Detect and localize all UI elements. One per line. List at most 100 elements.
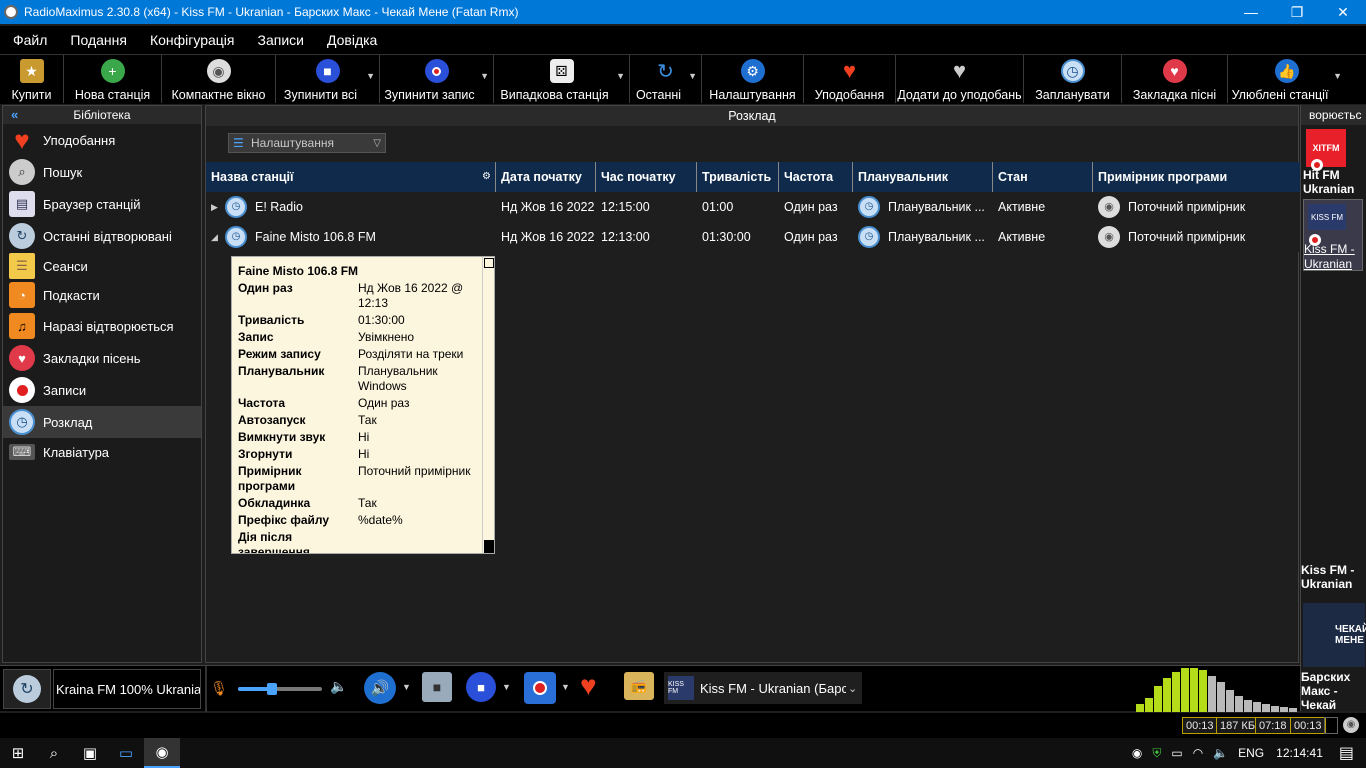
radio-icon[interactable]: 📻 bbox=[624, 672, 654, 700]
volume-thumb[interactable] bbox=[266, 683, 277, 695]
stop-record-button[interactable]: Зупинити запис ▼ bbox=[380, 55, 494, 103]
kiss-fm-logo: KISS FM bbox=[1308, 204, 1346, 230]
library-item-browser[interactable]: ▤ Браузер станцій bbox=[3, 188, 201, 220]
library-item-bookmarks[interactable]: ♥ Закладки пісень bbox=[3, 342, 201, 374]
library-item-schedule[interactable]: ◷ Розклад bbox=[3, 406, 201, 438]
close-button[interactable]: ✕ bbox=[1320, 0, 1366, 24]
compact-window-button[interactable]: ◉ Компактне вікно bbox=[162, 55, 276, 103]
chevron-down-icon[interactable]: ⌄ bbox=[848, 682, 857, 695]
chevron-down-icon[interactable]: ▼ bbox=[616, 71, 625, 81]
library-item-search[interactable]: ⌕ Пошук bbox=[3, 156, 201, 188]
recent-button[interactable]: ↻ Останні ▼ bbox=[630, 55, 702, 103]
tooltip-scrollbar[interactable] bbox=[482, 257, 494, 553]
chevron-down-icon[interactable]: ▼ bbox=[366, 71, 375, 81]
wifi-icon[interactable]: ◠ bbox=[1193, 746, 1203, 760]
shield-icon[interactable]: ⛨ bbox=[1152, 746, 1161, 761]
buy-button[interactable]: ★ Купити bbox=[0, 55, 64, 103]
player-station-icon[interactable]: ↻ bbox=[3, 669, 51, 709]
library-item-sessions[interactable]: ☰ Сеанси bbox=[3, 252, 201, 280]
station-hit-fm[interactable]: Hit FM Ukranian bbox=[1303, 168, 1363, 196]
collapse-icon[interactable]: « bbox=[11, 106, 18, 124]
radio-tray-icon[interactable]: ◉ bbox=[1132, 746, 1142, 760]
station-kiss-fm-tile[interactable]: KISS FM Kiss FM - Ukranian bbox=[1303, 199, 1363, 271]
col-station[interactable]: Назва станції ⚙ bbox=[206, 162, 496, 192]
language-indicator[interactable]: ENG bbox=[1238, 746, 1264, 760]
task-view-icon[interactable]: ▣ bbox=[72, 738, 108, 768]
expand-icon[interactable]: ▶ bbox=[211, 192, 225, 222]
collapse-row-icon[interactable]: ◢ bbox=[211, 222, 225, 252]
table-row[interactable]: ◢ ◷ Faine Misto 106.8 FM Нд Жов 16 2022 … bbox=[206, 222, 1300, 252]
menu-config[interactable]: Конфігурація bbox=[137, 32, 245, 48]
start-icon[interactable]: ⊞ bbox=[0, 738, 36, 768]
volume-tray-icon[interactable]: 🔈 bbox=[1213, 746, 1228, 760]
scroll-thumb[interactable] bbox=[485, 271, 493, 533]
clock-icon: ◷ bbox=[858, 196, 880, 218]
library-item-records[interactable]: Записи bbox=[3, 374, 201, 406]
scroll-up-button[interactable] bbox=[484, 258, 494, 268]
random-station-button[interactable]: ⚄ Випадкова станція ▼ bbox=[494, 55, 630, 103]
add-favorites-button[interactable]: ♥ Додати до уподобань bbox=[896, 55, 1024, 103]
search-icon[interactable]: ⌕ bbox=[36, 738, 72, 768]
chevron-down-icon[interactable]: ▼ bbox=[688, 71, 697, 81]
library-panel: « Бібліотека ♥ Уподобання ⌕ Пошук ▤ Браузер… bbox=[2, 105, 202, 663]
menu-records[interactable]: Записи bbox=[245, 32, 314, 48]
equalizer-bar bbox=[1226, 690, 1234, 712]
col-duration[interactable]: Тривалість bbox=[697, 162, 779, 192]
chevron-down-icon[interactable]: ▼ bbox=[561, 682, 570, 692]
notifications-icon[interactable]: ▤ bbox=[1339, 743, 1354, 763]
desktop-app-icon[interactable]: ▭ bbox=[108, 738, 144, 768]
taskbar-clock[interactable]: 12:14:41 bbox=[1276, 746, 1323, 760]
bookmark-heart-icon: ♥ bbox=[1162, 59, 1187, 83]
stop-all-button[interactable]: ■ Зупинити всі ▼ bbox=[276, 55, 380, 103]
col-date[interactable]: Дата початку bbox=[496, 162, 596, 192]
chevron-down-icon[interactable]: ▼ bbox=[502, 682, 511, 692]
menu-help[interactable]: Довідка bbox=[314, 32, 387, 48]
chevron-down-icon[interactable]: ▼ bbox=[480, 71, 489, 81]
scroll-down-button[interactable] bbox=[484, 540, 494, 553]
tooltip-key: Режим запису bbox=[238, 347, 321, 361]
library-item-recent[interactable]: ↻ Останні відтворювані bbox=[3, 220, 201, 252]
now-playing-box[interactable]: KISS FM Kiss FM - Ukranian (Барск ⌄ bbox=[664, 672, 862, 704]
mute-icon[interactable]: 🔈 bbox=[330, 678, 347, 695]
settings-dropdown[interactable]: ☰ Налаштування ▽ bbox=[228, 133, 386, 153]
equalizer-bar bbox=[1289, 708, 1297, 712]
tooltip-key: Примірник програми bbox=[238, 464, 302, 493]
settings-button[interactable]: ⚙ Налаштування bbox=[702, 55, 804, 103]
minimize-button[interactable]: — bbox=[1228, 0, 1274, 24]
schedule-button[interactable]: ◷ Запланувати bbox=[1024, 55, 1122, 103]
col-instance[interactable]: Примірник програми bbox=[1093, 162, 1300, 192]
tooltip-key: Дія після завершення bbox=[238, 530, 310, 554]
record-button[interactable] bbox=[524, 672, 556, 704]
col-scheduler[interactable]: Планувальник bbox=[853, 162, 993, 192]
battery-icon[interactable]: ▭ bbox=[1171, 746, 1182, 760]
heart-icon[interactable]: ♥ bbox=[580, 670, 597, 702]
stop-all-icon[interactable]: ■ bbox=[466, 672, 496, 702]
speaker-button[interactable]: 🔊 bbox=[364, 672, 396, 704]
radio-waves-icon[interactable]: ◉ bbox=[1343, 717, 1359, 733]
table-row[interactable]: ▶ ◷ E! Radio Нд Жов 16 2022 12:15:00 01:… bbox=[206, 192, 1300, 222]
chevron-down-icon[interactable]: ▼ bbox=[1333, 71, 1342, 81]
library-item-keyboard[interactable]: ⌨ Клавіатура bbox=[3, 438, 201, 466]
favorites-button[interactable]: ♥ Уподобання bbox=[804, 55, 896, 103]
col-time[interactable]: Час початку bbox=[596, 162, 697, 192]
radiomaximus-taskbar-icon[interactable]: ◉ bbox=[144, 738, 180, 768]
stop-button[interactable]: ■ bbox=[422, 672, 452, 702]
volume-slider[interactable] bbox=[238, 683, 322, 695]
chevron-down-icon[interactable]: ▼ bbox=[402, 682, 411, 692]
mic-icon[interactable]: 🎙 bbox=[210, 678, 228, 698]
restore-button[interactable]: ❐ bbox=[1274, 0, 1320, 24]
col-frequency[interactable]: Частота bbox=[779, 162, 853, 192]
library-item-now-playing[interactable]: ♫ Наразі відтворюється bbox=[3, 310, 201, 342]
new-station-button[interactable]: + Нова станція bbox=[64, 55, 162, 103]
menu-file[interactable]: Файл bbox=[0, 32, 57, 48]
column-options-icon[interactable]: ⚙ bbox=[482, 162, 491, 192]
library-item-podcasts[interactable]: ◔ Подкасти bbox=[3, 280, 201, 310]
fav-stations-button[interactable]: 👍 Улюблені станції ▼ bbox=[1228, 55, 1346, 103]
now-artist-label: Барских Макс - Чекай bbox=[1301, 670, 1351, 712]
menu-view[interactable]: Подання bbox=[57, 32, 137, 48]
library-item-favorites[interactable]: ♥ Уподобання bbox=[3, 124, 201, 156]
col-state[interactable]: Стан bbox=[993, 162, 1093, 192]
bookmark-song-button[interactable]: ♥ Закладка пісні bbox=[1122, 55, 1228, 103]
frequency: Один раз bbox=[784, 230, 838, 244]
station-kiss-fm-label[interactable]: Kiss FM - Ukranian bbox=[1304, 242, 1362, 272]
